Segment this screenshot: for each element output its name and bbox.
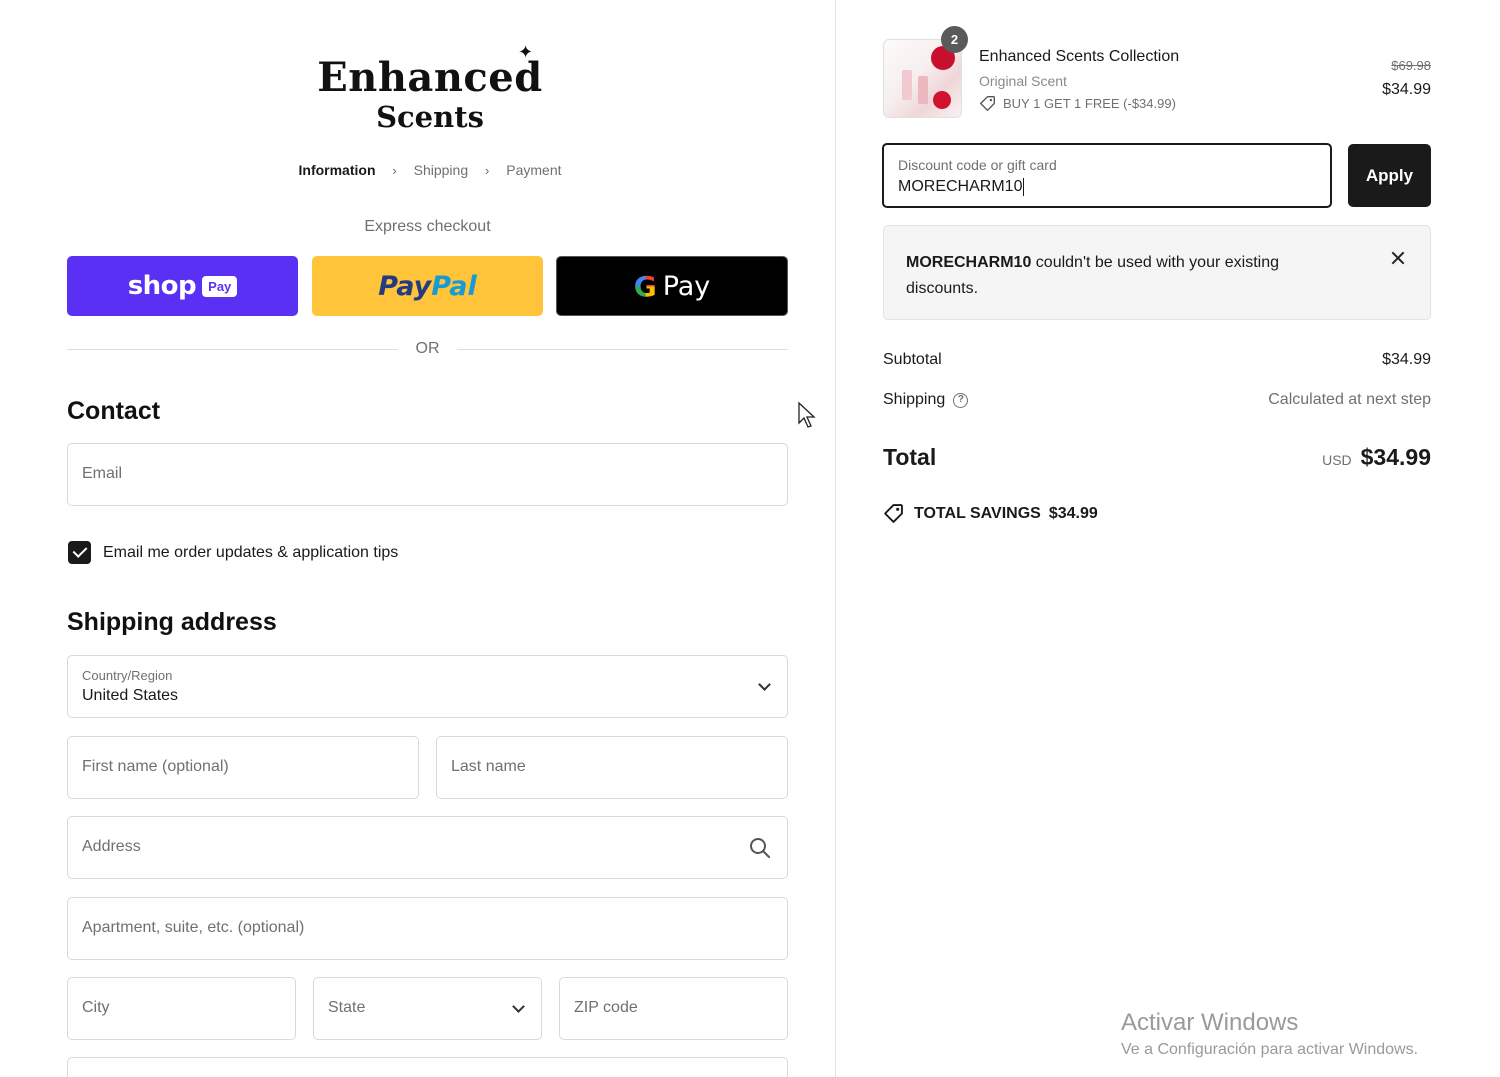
product-image-detail	[918, 76, 928, 104]
last-name-field[interactable]: Last name	[436, 736, 788, 799]
product-image-detail	[902, 70, 912, 100]
discount-code-label: Discount code or gift card	[898, 157, 1057, 173]
paypal-logo-pay: Pay	[378, 270, 432, 302]
product-discount: BUY 1 GET 1 FREE (-$34.99)	[979, 95, 1176, 112]
subtotal-value: $34.99	[1382, 351, 1431, 368]
discount-error-text: MORECHARM10 couldn't be used with your e…	[906, 250, 1336, 302]
chevron-right-icon: ›	[392, 163, 397, 178]
shipping-address-title: Shipping address	[67, 608, 277, 636]
or-divider: OR	[67, 340, 788, 360]
state-placeholder: State	[328, 999, 366, 1016]
search-icon	[750, 838, 770, 858]
discount-code-value-wrap: MORECHARM10	[898, 178, 1025, 196]
city-placeholder: City	[82, 999, 110, 1016]
google-icon: G	[633, 269, 657, 303]
email-placeholder: Email	[82, 465, 123, 482]
product-original-price: $69.98	[1391, 58, 1431, 73]
column-divider	[835, 0, 836, 1077]
apartment-placeholder: Apartment, suite, etc. (optional)	[82, 919, 305, 936]
product-name: Enhanced Scents Collection	[979, 48, 1180, 65]
address-placeholder: Address	[82, 838, 141, 855]
total-currency: USD	[1322, 452, 1352, 468]
divider-line	[457, 349, 788, 350]
chevron-down-icon	[512, 1000, 525, 1013]
country-select[interactable]: Country/Region United States	[67, 655, 788, 718]
product-variant: Original Scent	[979, 73, 1067, 89]
zip-placeholder: ZIP code	[574, 999, 638, 1016]
first-name-placeholder: First name (optional)	[82, 758, 229, 775]
chevron-down-icon	[758, 678, 771, 691]
paypal-logo: PayPal	[378, 271, 477, 302]
shop-pay-logo: shop	[127, 271, 197, 301]
discount-code-input[interactable]: Discount code or gift card MORECHARM10	[882, 143, 1332, 208]
discount-code-value: MORECHARM10	[898, 178, 1023, 196]
windows-activation-subtitle: Ve a Configuración para activar Windows.	[1121, 1041, 1419, 1058]
tag-icon	[980, 96, 995, 111]
contact-title: Contact	[67, 397, 161, 425]
shop-pay-badge: Pay	[202, 275, 238, 297]
shipping-value: Calculated at next step	[1268, 391, 1431, 408]
total-label: Total	[883, 444, 937, 470]
city-field[interactable]: City	[67, 977, 296, 1040]
total-savings-label: TOTAL SAVINGS	[914, 504, 1041, 522]
close-icon[interactable]	[1388, 248, 1408, 268]
subtotal-label: Subtotal	[883, 351, 942, 368]
shipping-label-row: Shipping ?	[883, 391, 969, 409]
mouse-cursor-icon	[798, 401, 816, 428]
marketing-checkbox[interactable]	[68, 541, 91, 564]
total-savings: TOTAL SAVINGS $34.99	[883, 503, 1098, 524]
country-value: United States	[82, 687, 179, 704]
address-field[interactable]: Address	[67, 816, 788, 879]
next-field-partial[interactable]	[67, 1057, 788, 1077]
marketing-checkbox-label[interactable]: Email me order updates & application tip…	[103, 544, 398, 562]
tag-icon	[884, 504, 903, 523]
total-savings-value: $34.99	[1048, 504, 1098, 522]
shop-pay-button[interactable]: shop Pay	[67, 256, 298, 316]
quantity-badge: 2	[941, 26, 968, 53]
breadcrumb: Information › Shipping › Payment	[0, 162, 860, 178]
paypal-button[interactable]: PayPal	[312, 256, 543, 316]
text-caret	[1023, 178, 1025, 196]
total-value: USD $34.99	[1322, 444, 1431, 471]
email-field[interactable]: Email	[67, 443, 788, 506]
discount-error-code: MORECHARM10	[906, 254, 1032, 271]
discount-error-banner: MORECHARM10 couldn't be used with your e…	[883, 225, 1431, 320]
chevron-right-icon: ›	[485, 163, 490, 178]
first-name-field[interactable]: First name (optional)	[67, 736, 419, 799]
product-discount-text: BUY 1 GET 1 FREE (-$34.99)	[1003, 96, 1176, 111]
state-select[interactable]: State	[313, 977, 542, 1040]
apartment-field[interactable]: Apartment, suite, etc. (optional)	[67, 897, 788, 960]
checkout-main: Enhanced Scents ✦ Information › Shipping…	[0, 0, 835, 1077]
total-amount: $34.99	[1360, 444, 1431, 470]
product-price: $34.99	[1382, 81, 1431, 98]
brand-logo-line2[interactable]: Scents	[0, 100, 860, 134]
paypal-logo-pal: Pal	[431, 270, 477, 302]
breadcrumb-information[interactable]: Information	[299, 162, 376, 178]
sparkle-icon: ✦	[518, 42, 534, 62]
apply-button[interactable]: Apply	[1348, 144, 1431, 207]
zip-field[interactable]: ZIP code	[559, 977, 788, 1040]
breadcrumb-shipping: Shipping	[413, 162, 469, 178]
brand-logo-line1[interactable]: Enhanced	[0, 54, 860, 101]
google-pay-button[interactable]: G Pay	[556, 256, 788, 316]
windows-activation-title: Activar Windows	[1121, 1009, 1299, 1036]
product-image-detail	[933, 91, 951, 109]
express-checkout-label: Express checkout	[364, 218, 491, 235]
google-pay-label: Pay	[662, 270, 711, 302]
shipping-label: Shipping	[883, 391, 946, 408]
country-label: Country/Region	[82, 668, 173, 683]
help-icon[interactable]: ?	[953, 392, 969, 408]
breadcrumb-payment: Payment	[506, 162, 562, 178]
last-name-placeholder: Last name	[451, 758, 526, 775]
